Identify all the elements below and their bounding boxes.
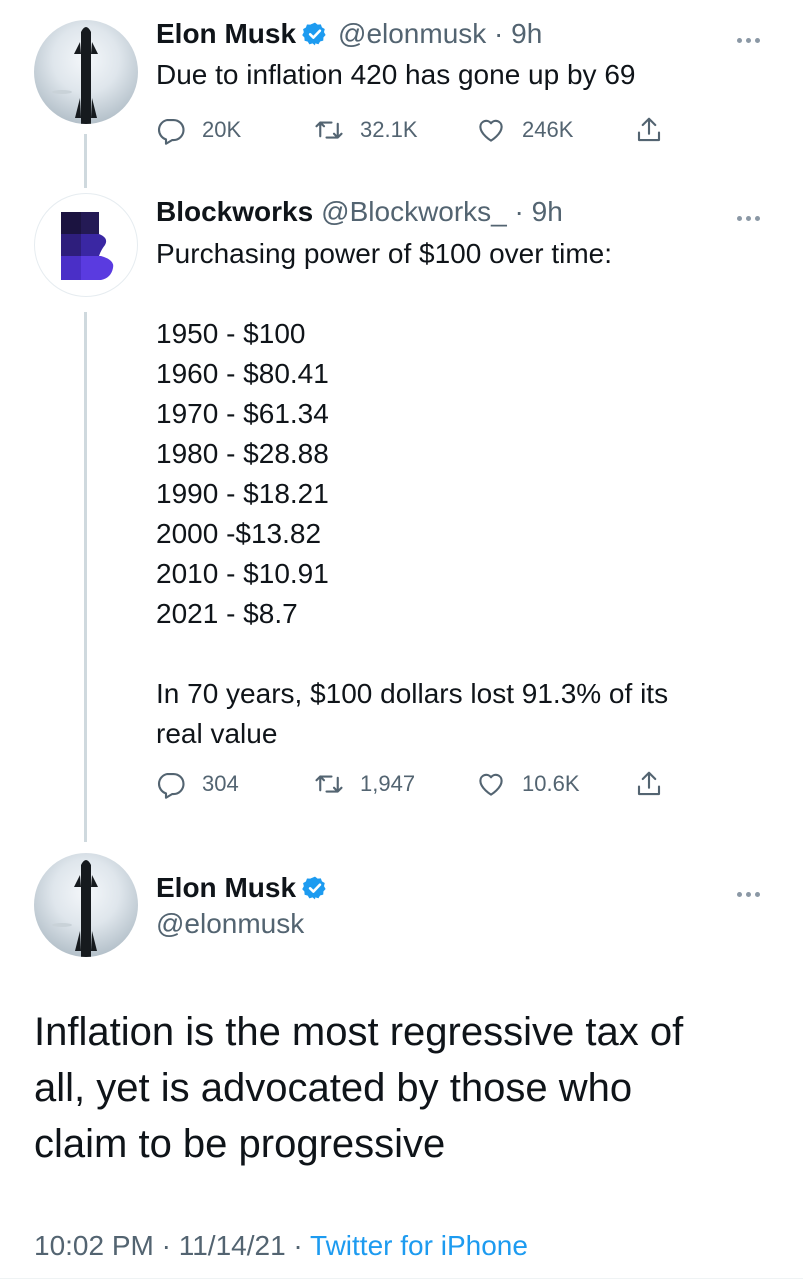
author-name-blockworks[interactable]: Blockworks (156, 196, 313, 228)
author-name[interactable]: Elon Musk (156, 18, 296, 50)
avatar-elon-musk-main[interactable] (34, 853, 138, 957)
reply-button[interactable]: 304 (156, 764, 239, 804)
thread-connector-line (84, 134, 87, 188)
tweet-metadata: 10:02 PM · 11/14/21 · Twitter for iPhone (34, 1230, 528, 1262)
tweet-timestamp[interactable]: 10:02 PM · 11/14/21 · (34, 1230, 310, 1261)
share-button[interactable] (634, 110, 664, 150)
like-count: 10.6K (522, 771, 580, 796)
heart-icon (479, 119, 503, 142)
starship-avatar-image (52, 860, 98, 957)
blockworks-logo (61, 212, 114, 280)
like-button[interactable]: 246K (476, 110, 573, 150)
reply-icon (157, 772, 185, 799)
share-button[interactable] (634, 764, 664, 804)
avatar-elon-musk[interactable] (34, 20, 138, 124)
retweet-count: 32.1K (360, 117, 418, 142)
retweet-button[interactable]: 32.1K (314, 110, 418, 150)
more-icon[interactable] (737, 208, 769, 221)
retweet-icon (315, 121, 343, 139)
divider (0, 1278, 803, 1279)
starship-avatar-image (52, 27, 98, 124)
reply-count: 304 (202, 771, 239, 796)
avatar-blockworks[interactable] (34, 193, 138, 297)
verified-icon (302, 22, 326, 46)
main-tweet-text: Inflation is the most regressive tax of … (34, 1010, 684, 1166)
author-handle-time-blockworks[interactable]: @Blockworks_ · 9h (321, 196, 563, 228)
tweet-text-blockworks: Purchasing power of $100 over time: 1950… (156, 238, 669, 749)
author-handle-main[interactable]: @elonmusk (156, 908, 304, 940)
reply-button[interactable]: 20K (156, 110, 241, 150)
more-icon[interactable] (737, 884, 769, 897)
share-icon (637, 117, 661, 142)
tweet-text: Due to inflation 420 has gone up by 69 (156, 59, 636, 90)
share-icon (637, 771, 661, 796)
retweet-icon (315, 775, 343, 793)
more-icon[interactable] (737, 30, 769, 43)
reply-icon (157, 118, 185, 145)
author-name-main[interactable]: Elon Musk (156, 872, 296, 904)
retweet-count: 1,947 (360, 771, 416, 796)
thread-connector-line-2 (84, 312, 87, 842)
like-count: 246K (522, 117, 574, 142)
heart-icon (479, 773, 503, 796)
author-handle-time[interactable]: @elonmusk · 9h (338, 18, 542, 50)
reply-count: 20K (202, 117, 242, 142)
retweet-button[interactable]: 1,947 (314, 764, 415, 804)
tweet-source-link[interactable]: Twitter for iPhone (310, 1230, 528, 1261)
like-button[interactable]: 10.6K (476, 764, 580, 804)
verified-icon (302, 876, 326, 900)
